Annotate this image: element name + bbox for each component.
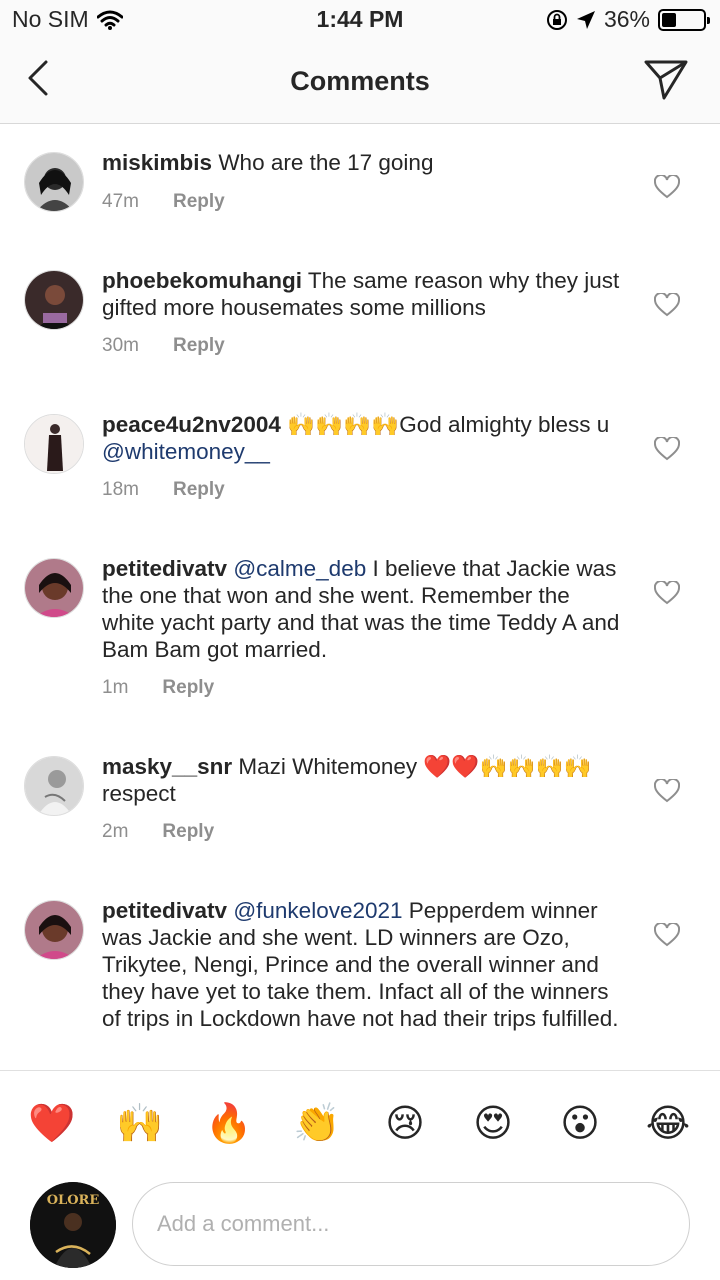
emoji-heart[interactable]: ❤️	[28, 1099, 76, 1147]
comment-username[interactable]: masky__snr	[102, 754, 232, 779]
avatar[interactable]	[24, 900, 84, 960]
avatar[interactable]	[24, 270, 84, 330]
comment-time: 47m	[102, 191, 139, 212]
comment-username[interactable]: petitedivatv	[102, 898, 227, 923]
rotation-lock-icon	[546, 9, 567, 30]
reply-button[interactable]: Reply	[173, 479, 225, 501]
heart-icon[interactable]	[654, 923, 680, 947]
emoji-quick-bar: ❤️ 🙌 🔥 👏 😢 😍 😮 😂	[0, 1070, 720, 1178]
comment-text: miskimbis Who are the 17 going	[102, 149, 622, 176]
battery-icon	[658, 8, 710, 31]
comment-meta: 18m Reply	[102, 479, 225, 501]
emoji-crying[interactable]: 😢	[381, 1099, 429, 1147]
comment-time: 2m	[102, 821, 129, 842]
page-title: Comments	[290, 66, 430, 96]
comments-header: Comments	[0, 40, 720, 124]
comment-text: peace4u2nv2004 🙌🙌🙌🙌God almighty bless u …	[102, 411, 622, 465]
profile-logo-image: OLORE	[30, 1182, 116, 1268]
comment-text: phoebekomuhangi The same reason why they…	[102, 267, 622, 321]
comment-meta: 30m Reply	[102, 335, 225, 357]
heart-icon[interactable]	[654, 437, 680, 461]
comment-text: petitedivatv @calme_deb I believe that J…	[102, 555, 622, 663]
comment-text: petitedivatv @funkelove2021 Pepperdem wi…	[102, 897, 622, 1032]
heart-icon[interactable]	[654, 581, 680, 605]
comment-text: masky__snr Mazi Whitemoney ❤️❤️🙌🙌🙌🙌 resp…	[102, 753, 622, 807]
comments-list[interactable]: miskimbis Who are the 17 going 47m Reply…	[0, 125, 720, 1070]
mention-link[interactable]: @calme_deb	[233, 556, 366, 581]
heart-icon[interactable]	[654, 779, 680, 803]
emoji-tears-of-joy[interactable]: 😂	[644, 1099, 692, 1147]
comment-username[interactable]: peace4u2nv2004	[102, 412, 281, 437]
comment-username[interactable]: petitedivatv	[102, 556, 227, 581]
heart-icon[interactable]	[654, 175, 680, 199]
emoji-surprised[interactable]: 😮	[556, 1099, 604, 1147]
reply-button[interactable]: Reply	[162, 677, 214, 699]
status-right: 36%	[546, 6, 710, 33]
comment-meta: 2m Reply	[102, 821, 214, 843]
status-bar: No SIM 1:44 PM 36%	[0, 0, 720, 40]
avatar[interactable]	[24, 558, 84, 618]
avatar[interactable]: OLORE	[30, 1182, 116, 1268]
comment-body-text: 🙌🙌🙌🙌God almighty bless u	[280, 412, 610, 437]
emoji-raised-hands[interactable]: 🙌	[116, 1099, 164, 1147]
comment-meta: 47m Reply	[102, 191, 225, 213]
send-icon[interactable]	[642, 56, 690, 102]
reply-button[interactable]: Reply	[173, 191, 225, 213]
heart-icon[interactable]	[654, 293, 680, 317]
emoji-fire[interactable]: 🔥	[205, 1099, 253, 1147]
battery-percent: 36%	[603, 6, 650, 32]
comment-time: 30m	[102, 335, 139, 356]
emoji-clapping[interactable]: 👏	[293, 1099, 341, 1147]
avatar[interactable]	[24, 756, 84, 816]
comment-meta: 1m Reply	[102, 677, 214, 699]
location-icon	[576, 10, 595, 29]
mention-link[interactable]: @funkelove2021	[233, 898, 402, 923]
comment-time: 18m	[102, 479, 139, 500]
avatar-logo-text: OLORE	[47, 1193, 100, 1208]
comment-username[interactable]: phoebekomuhangi	[102, 268, 302, 293]
reply-button[interactable]: Reply	[162, 821, 214, 843]
mention-link[interactable]: @whitemoney__	[102, 439, 270, 464]
comment-composer: OLORE	[0, 1178, 720, 1280]
emoji-heart-eyes[interactable]: 😍	[469, 1099, 517, 1147]
reply-button[interactable]: Reply	[173, 335, 225, 357]
avatar[interactable]	[24, 414, 84, 474]
avatar[interactable]	[24, 152, 84, 212]
comment-input[interactable]	[132, 1182, 690, 1266]
comment-time: 1m	[102, 677, 129, 698]
comment-username[interactable]: miskimbis	[102, 150, 212, 175]
comment-body-text: Who are the 17 going	[212, 150, 434, 175]
